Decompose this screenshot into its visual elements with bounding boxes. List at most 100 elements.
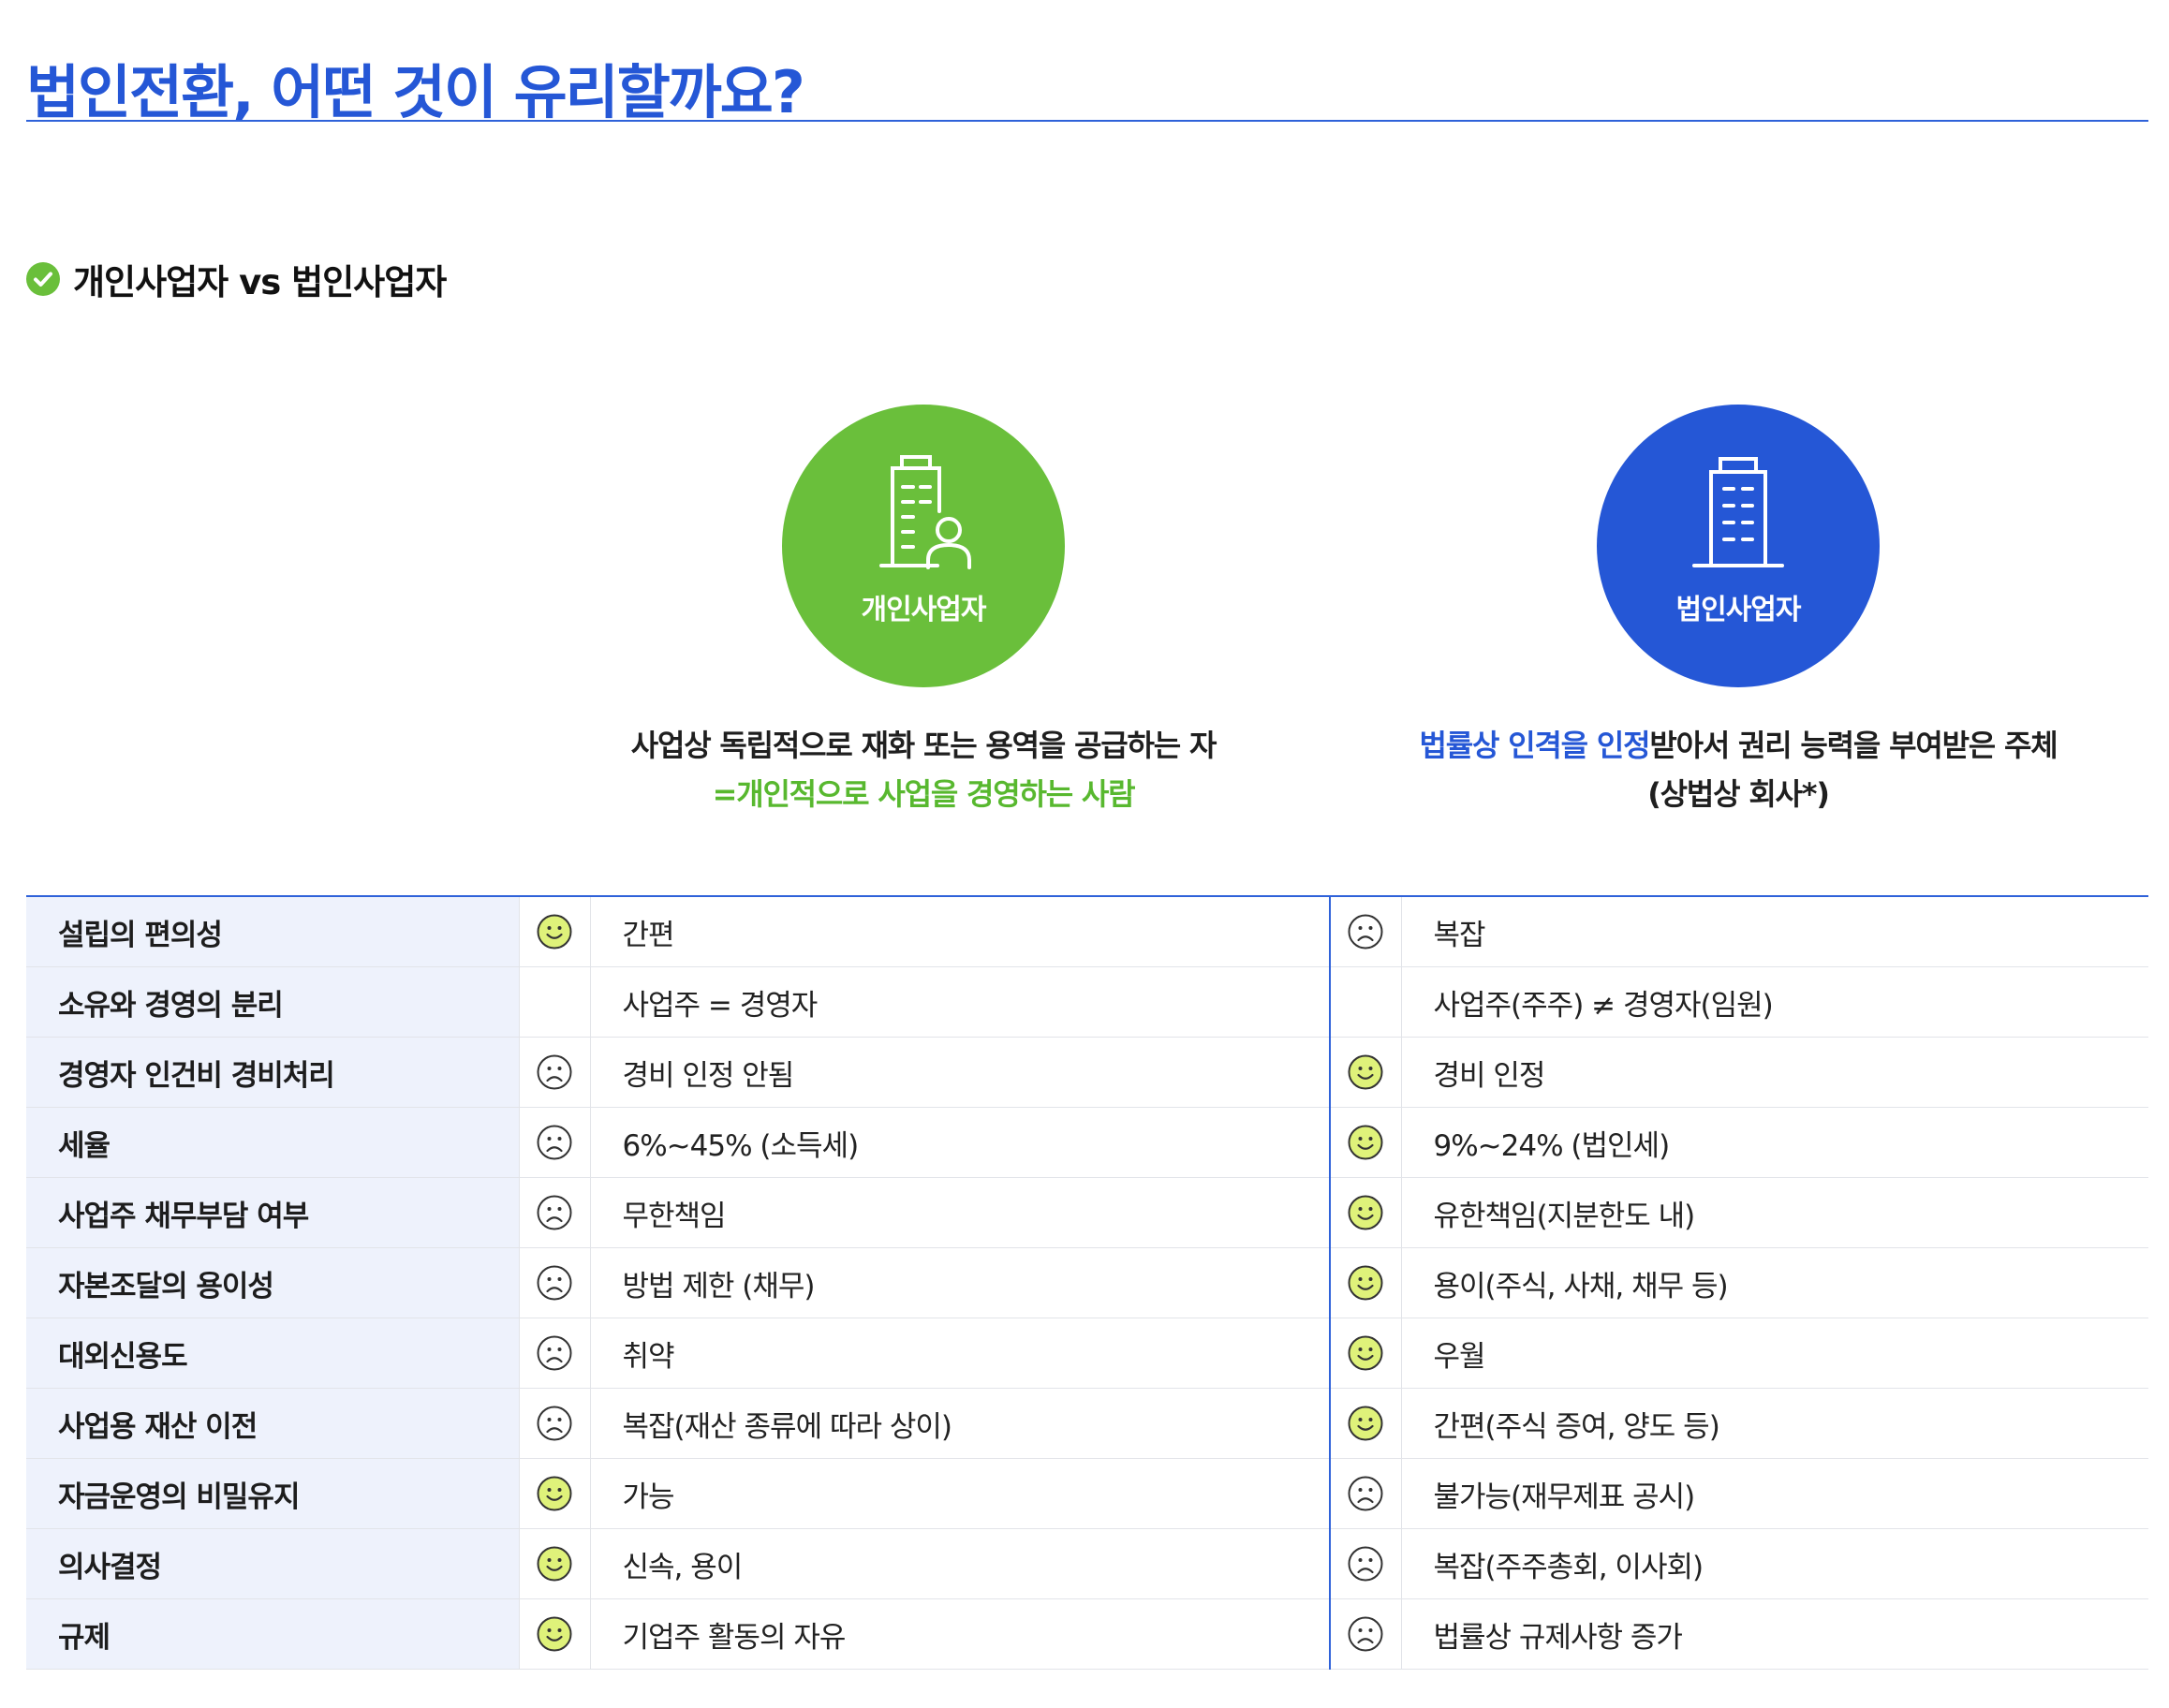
building-with-person-icon [879, 455, 971, 569]
corporate-description: 법률상 인격을 인정받아서 권리 능력을 부여받은 주체 (상법상 회사*) [1420, 721, 2058, 818]
corporate-value: 복잡(주주총회, 이사회) [1400, 1528, 2148, 1599]
individual-value: 6%~45% (소득세) [589, 1107, 1330, 1178]
individual-value: 무한책임 [589, 1177, 1330, 1248]
sad-face-icon [537, 1406, 572, 1441]
row-label: 경영자 인건비 경비처리 [26, 1037, 519, 1108]
individual-entity: 개인사업자 사업상 독립적으로 재화 또는 용역을 공급하는 자 =개인적으로 … [568, 405, 1279, 818]
sad-face-icon [1348, 1476, 1383, 1511]
row-label: 자금운영의 비밀유지 [26, 1458, 519, 1529]
table-row: 사업주 채무부담 여부 무한책임 유한책임(지분한도 내) [26, 1177, 2148, 1248]
row-label: 사업용 재산 이전 [26, 1388, 519, 1459]
corporate-description-line1: 법률상 인격을 인정받아서 권리 능력을 부여받은 주체 [1420, 721, 2058, 770]
corporate-value: 사업주(주주) ≠ 경영자(임원) [1400, 966, 2148, 1038]
individual-rating-cell [518, 1318, 590, 1389]
individual-value: 사업주 = 경영자 [589, 966, 1330, 1038]
table-row: 규제 기업주 활동의 자유 법률상 규제사항 증가 [26, 1598, 2148, 1670]
happy-face-icon [1348, 1054, 1383, 1090]
individual-description: 사업상 독립적으로 재화 또는 용역을 공급하는 자 =개인적으로 사업을 경영… [630, 721, 1217, 818]
corporate-rating-cell [1329, 1388, 1401, 1459]
corporate-rating-cell [1329, 896, 1401, 967]
individual-rating-cell [518, 1598, 590, 1670]
individual-rating-cell [518, 1528, 590, 1599]
row-label: 규제 [26, 1598, 519, 1670]
row-label: 대외신용도 [26, 1318, 519, 1389]
happy-face-icon [1348, 1125, 1383, 1160]
corporate-rating-cell [1329, 966, 1401, 1038]
individual-description-line1: 사업상 독립적으로 재화 또는 용역을 공급하는 자 [630, 728, 1217, 763]
corporate-description-highlight: 법률상 인격을 인정 [1419, 728, 1651, 763]
individual-rating-cell [518, 1177, 590, 1248]
row-label: 사업주 채무부담 여부 [26, 1177, 519, 1248]
corporate-rating-cell [1329, 1177, 1401, 1248]
sad-face-icon [1348, 1616, 1383, 1652]
table-row: 자금운영의 비밀유지 가능 불가능(재무제표 공시) [26, 1458, 2148, 1529]
individual-rating-cell [518, 1458, 590, 1529]
sad-face-icon [537, 1125, 572, 1160]
happy-face-icon [1348, 1265, 1383, 1301]
corporate-rating-cell [1329, 1528, 1401, 1599]
table-row: 대외신용도 취약 우월 [26, 1318, 2148, 1389]
individual-value: 방법 제한 (채무) [589, 1247, 1330, 1318]
corporate-description-rest: 받아서 권리 능력을 부여받은 주체 [1649, 728, 2058, 763]
corporate-description-line2: (상법상 회사*) [1647, 776, 1830, 812]
happy-face-icon [1348, 1335, 1383, 1371]
office-building-icon [1692, 457, 1784, 567]
happy-face-icon [1348, 1406, 1383, 1441]
individual-rating-cell [518, 966, 590, 1038]
section-heading: 개인사업자 vs 법인사업자 [26, 255, 447, 303]
individual-value: 기업주 활동의 자유 [589, 1598, 1330, 1670]
table-row: 소유와 경영의 분리 사업주 = 경영자 사업주(주주) ≠ 경영자(임원) [26, 966, 2148, 1038]
individual-rating-cell [518, 1107, 590, 1178]
happy-face-icon [537, 1546, 572, 1582]
sad-face-icon [537, 1265, 572, 1301]
happy-face-icon [537, 914, 572, 950]
happy-face-icon [537, 1616, 572, 1652]
table-row: 사업용 재산 이전 복잡(재산 종류에 따라 상이) 간편(주식 증여, 양도 등) [26, 1388, 2148, 1459]
corporate-value: 용이(주식, 사채, 채무 등) [1400, 1247, 2148, 1318]
individual-value: 취약 [589, 1318, 1330, 1389]
sad-face-icon [537, 1054, 572, 1090]
corporate-circle-label: 법인사업자 [1675, 594, 1802, 626]
individual-value: 복잡(재산 종류에 따라 상이) [589, 1388, 1330, 1459]
happy-face-icon [1348, 1195, 1383, 1230]
corporate-rating-cell [1329, 1037, 1401, 1108]
comparison-table-body: 설립의 편의성 간편 복잡소유와 경영의 분리 사업주 = 경영자 사업주(주주) ≠ … [26, 896, 2148, 1670]
happy-face-icon [537, 1476, 572, 1511]
corporate-value: 우월 [1400, 1318, 2148, 1389]
corporate-rating-cell [1329, 1598, 1401, 1670]
individual-rating-cell [518, 1388, 590, 1459]
corporate-rating-cell [1329, 1458, 1401, 1529]
row-label: 자본조달의 용이성 [26, 1247, 519, 1318]
individual-value: 경비 인정 안됨 [589, 1037, 1330, 1108]
corporate-value: 경비 인정 [1400, 1037, 2148, 1108]
individual-description-line2: =개인적으로 사업을 경영하는 사람 [712, 776, 1136, 812]
table-row: 경영자 인건비 경비처리 경비 인정 안됨 경비 인정 [26, 1037, 2148, 1108]
corporate-rating-cell [1329, 1107, 1401, 1178]
sad-face-icon [1348, 914, 1383, 950]
corporate-value: 간편(주식 증여, 양도 등) [1400, 1388, 2148, 1459]
row-label: 의사결정 [26, 1528, 519, 1599]
sad-face-icon [1348, 1546, 1383, 1582]
corporate-value: 법률상 규제사항 증가 [1400, 1598, 2148, 1670]
title-divider [26, 120, 2148, 122]
individual-value: 간편 [589, 896, 1330, 967]
corporate-value: 불가능(재무제표 공시) [1400, 1458, 2148, 1529]
corporate-value: 9%~24% (법인세) [1400, 1107, 2148, 1178]
section-heading-text: 개인사업자 vs 법인사업자 [73, 262, 447, 302]
table-row: 의사결정 신속, 용이 복잡(주주총회, 이사회) [26, 1528, 2148, 1599]
row-label: 설립의 편의성 [26, 896, 519, 967]
check-circle-icon [26, 262, 60, 296]
corporate-value: 유한책임(지분한도 내) [1400, 1177, 2148, 1248]
individual-circle: 개인사업자 [782, 405, 1065, 687]
table-row: 자본조달의 용이성 방법 제한 (채무) 용이(주식, 사채, 채무 등) [26, 1247, 2148, 1318]
comparison-table: 설립의 편의성 간편 복잡소유와 경영의 분리 사업주 = 경영자 사업주(주주) ≠ … [26, 895, 2148, 1670]
row-label: 세율 [26, 1107, 519, 1178]
corporate-rating-cell [1329, 1247, 1401, 1318]
table-row: 설립의 편의성 간편 복잡 [26, 896, 2148, 967]
individual-circle-label: 개인사업자 [861, 594, 987, 626]
table-row: 세율 6%~45% (소득세) 9%~24% (법인세) [26, 1107, 2148, 1178]
sad-face-icon [537, 1195, 572, 1230]
corporate-entity: 법인사업자 법률상 인격을 인정받아서 권리 능력을 부여받은 주체 (상법상 … [1382, 405, 2094, 818]
row-label: 소유와 경영의 분리 [26, 966, 519, 1038]
corporate-value: 복잡 [1400, 896, 2148, 967]
